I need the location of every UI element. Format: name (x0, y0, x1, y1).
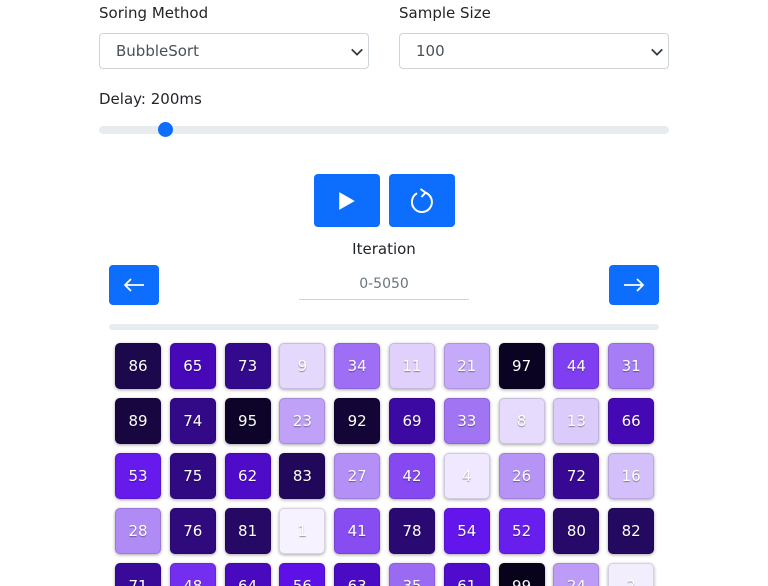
value-cell: 1 (279, 508, 326, 554)
value-cell: 54 (443, 508, 490, 554)
value-cell: 66 (608, 398, 655, 444)
value-cell: 78 (389, 508, 435, 554)
value-cell: 71 (115, 563, 161, 586)
value-cell: 61 (443, 563, 490, 586)
value-cell: 13 (553, 398, 600, 444)
value-cell: 9 (279, 343, 326, 389)
value-cell: 42 (389, 453, 435, 499)
value-cell: 73 (224, 343, 271, 389)
value-cell: 24 (553, 563, 600, 586)
arrow-left-icon (123, 278, 144, 292)
value-cell: 92 (334, 398, 381, 444)
iteration-label: Iteration (352, 240, 416, 258)
value-cell: 86 (115, 343, 161, 389)
value-cell: 95 (224, 398, 271, 444)
value-cell: 65 (169, 343, 216, 389)
value-cell: 41 (334, 508, 381, 554)
reset-button[interactable] (389, 174, 455, 227)
value-cell: 23 (279, 398, 326, 444)
value-cell: 21 (443, 343, 490, 389)
value-cell: 34 (334, 343, 381, 389)
sorting-method-select[interactable]: BubbleSort (99, 33, 369, 69)
value-cell: 99 (498, 563, 545, 586)
value-cell: 2 (608, 563, 655, 586)
value-cell: 81 (224, 508, 271, 554)
value-cell: 56 (279, 563, 326, 586)
value-cell: 11 (389, 343, 435, 389)
value-cell: 28 (115, 508, 161, 554)
sample-size-value: 100 (416, 42, 445, 60)
delay-slider-thumb[interactable] (157, 122, 173, 137)
delay-slider-track[interactable] (99, 126, 669, 134)
delay-label: Delay: 200ms (99, 90, 202, 108)
value-cell: 44 (553, 343, 600, 389)
iteration-progress-bar (109, 324, 659, 330)
next-button[interactable] (609, 265, 659, 305)
sample-size-label: Sample Size (399, 4, 491, 22)
value-cell: 48 (169, 563, 216, 586)
play-icon (339, 191, 355, 210)
value-cell: 97 (498, 343, 545, 389)
value-cell: 64 (224, 563, 271, 586)
value-cell: 82 (608, 508, 655, 554)
reset-icon (410, 187, 433, 213)
sample-size-select[interactable]: 100 (399, 33, 669, 69)
iteration-input[interactable]: 0-5050 (299, 270, 469, 300)
chevron-down-icon (651, 48, 663, 56)
value-cell: 76 (169, 508, 216, 554)
value-cell: 35 (389, 563, 435, 586)
arrow-right-icon (624, 278, 645, 292)
value-cell: 31 (608, 343, 655, 389)
play-button[interactable] (314, 174, 380, 227)
value-cell: 80 (553, 508, 600, 554)
value-cell: 62 (224, 453, 271, 499)
value-cell: 63 (334, 563, 381, 586)
sorting-method-value: BubbleSort (116, 42, 199, 60)
value-cell: 74 (169, 398, 216, 444)
value-cell: 8 (498, 398, 545, 444)
chevron-down-icon (351, 48, 363, 56)
prev-button[interactable] (109, 265, 159, 305)
value-cell: 16 (608, 453, 655, 499)
value-cell: 27 (334, 453, 381, 499)
value-cell: 53 (115, 453, 161, 499)
value-cell: 52 (498, 508, 545, 554)
sorting-method-label: Soring Method (99, 4, 209, 22)
value-cell: 33 (443, 398, 490, 444)
value-cell: 83 (279, 453, 326, 499)
value-cell: 26 (498, 453, 545, 499)
value-cell: 69 (389, 398, 435, 444)
value-cell: 4 (443, 453, 490, 499)
value-cell: 89 (115, 398, 161, 444)
value-cell: 72 (553, 453, 600, 499)
value-cell: 75 (169, 453, 216, 499)
